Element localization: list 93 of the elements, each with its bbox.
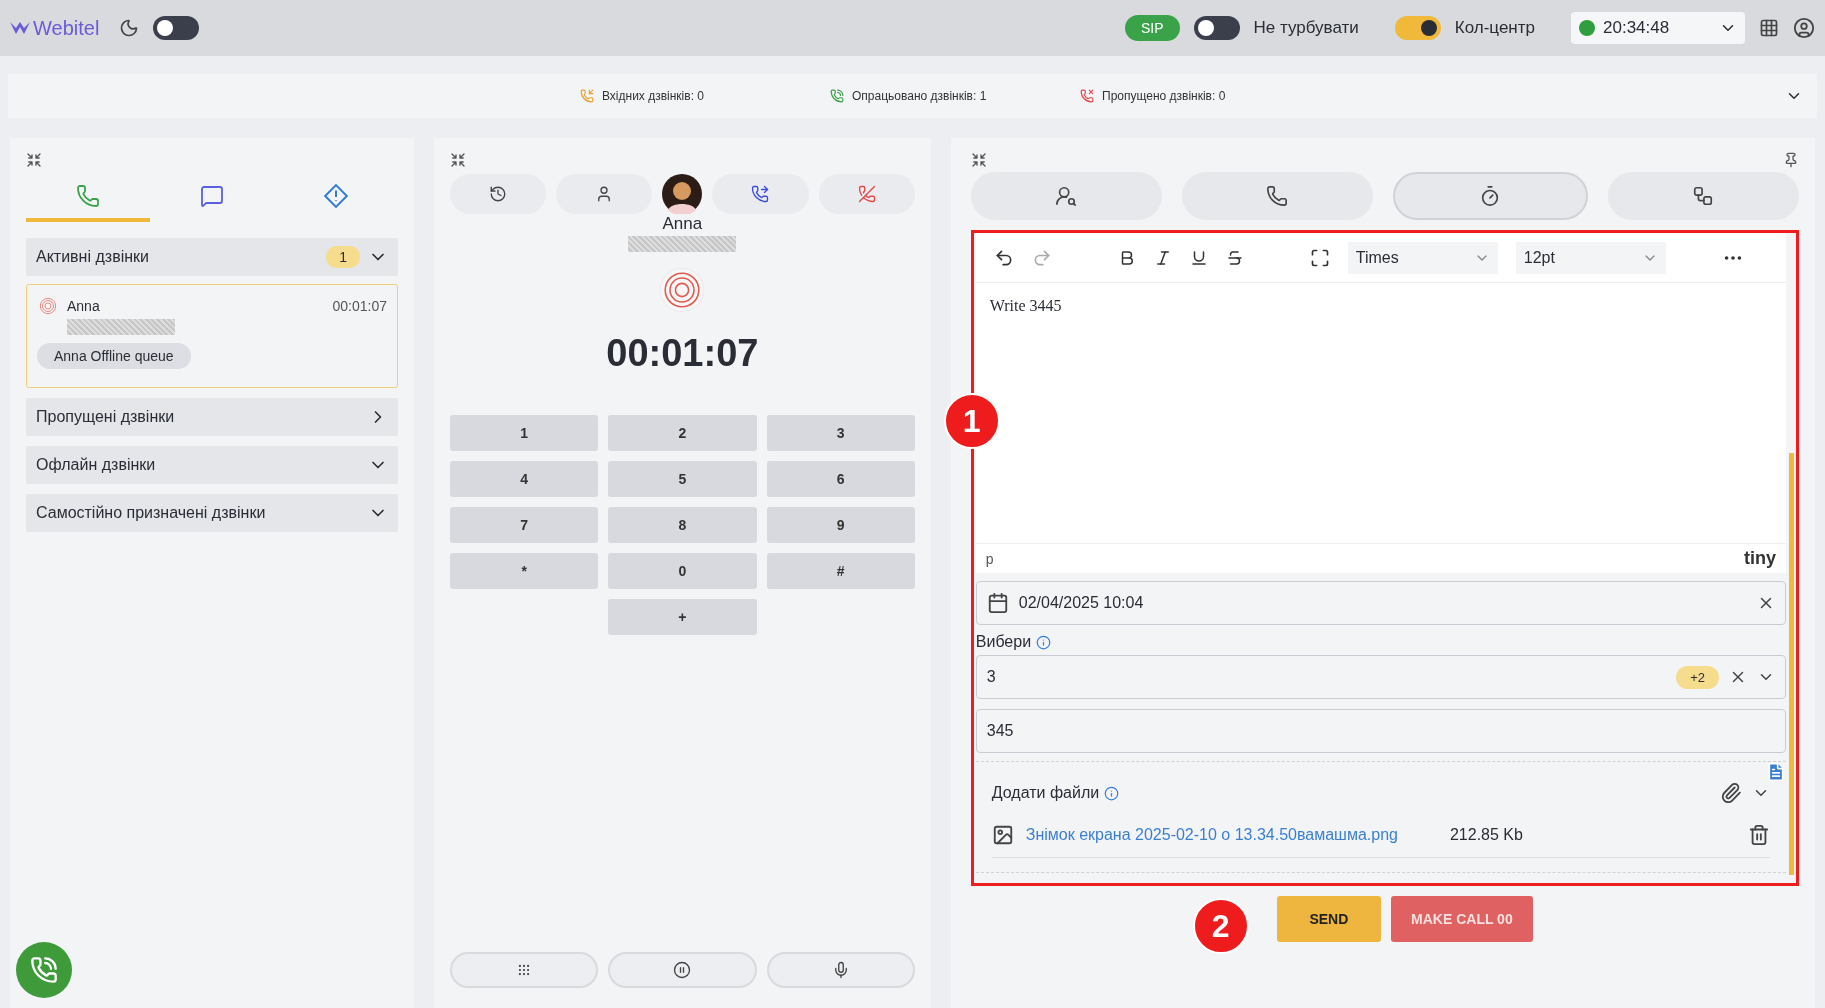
toggle-switch[interactable] — [1193, 16, 1240, 40]
collapse-icon[interactable] — [450, 152, 466, 168]
text-field[interactable]: 345 — [975, 709, 1786, 753]
font-size-dropdown[interactable]: 12pt — [1515, 241, 1666, 274]
sip-status: SIP — [1124, 15, 1180, 41]
dial-key[interactable]: 2 — [608, 415, 757, 451]
phone-icon — [76, 184, 100, 208]
dial-key[interactable]: 7 — [450, 507, 599, 543]
logo: Webitel — [10, 16, 100, 40]
toggle-label: Не турбувати — [1253, 18, 1359, 38]
keypad-icon — [517, 963, 532, 977]
missed-call-icon — [1080, 89, 1094, 103]
dial-key[interactable]: + — [608, 599, 757, 635]
history-icon — [489, 185, 508, 203]
annotation-marker: 1 — [943, 393, 1000, 449]
section-header[interactable]: Самостійно призначені дзвінки — [26, 494, 398, 532]
editor-text: Write 3445 — [988, 296, 1063, 316]
night-mode-icon — [119, 18, 140, 38]
underline-icon[interactable] — [1189, 248, 1208, 267]
dial-key[interactable]: # — [766, 553, 915, 589]
dial-key[interactable]: 5 — [608, 461, 757, 497]
call-time: 00:01:07 — [332, 298, 387, 314]
calendar-icon — [986, 592, 1009, 614]
avatar — [662, 174, 703, 214]
dial-key[interactable]: 1 — [450, 415, 599, 451]
caller-name: Anna — [661, 214, 704, 234]
section-header[interactable]: Офлайн дзвінки — [26, 446, 398, 484]
stat-label: Вхідних дзвінків: 0 — [602, 89, 704, 103]
section-title: Самостійно призначені дзвінки — [36, 504, 267, 522]
ringing-icon — [658, 266, 707, 314]
document-icon — [1766, 762, 1786, 782]
select-field[interactable]: 3 +2 — [975, 655, 1786, 699]
ringing-icon — [37, 295, 59, 317]
night-mode-switch[interactable] — [153, 16, 200, 40]
date-field[interactable]: 02/04/2025 10:04 — [975, 581, 1786, 625]
handled-call-icon — [830, 89, 844, 103]
flow-icon — [1692, 185, 1715, 207]
section-title: Пропущені дзвінки — [36, 408, 176, 426]
alert-diamond-icon — [323, 183, 349, 209]
attach-icon[interactable] — [1720, 782, 1742, 804]
delete-icon[interactable] — [1748, 823, 1770, 846]
section-header[interactable]: Активні дзвінки 1 — [26, 238, 398, 276]
caller-name: Anna — [67, 298, 101, 314]
section-header[interactable]: Пропущені дзвінки — [26, 398, 398, 436]
dial-key[interactable]: 4 — [450, 461, 599, 497]
undo-icon[interactable] — [993, 247, 1014, 268]
call-card[interactable]: Anna 00:01:07 Anna Offline queue — [26, 284, 398, 388]
field-label: Додати файли — [991, 784, 1100, 802]
editor-brand: tiny — [1744, 548, 1776, 569]
dial-key[interactable]: * — [450, 553, 599, 589]
phone-call-icon — [30, 956, 58, 984]
section-title: Офлайн дзвінки — [36, 456, 157, 474]
dial-key[interactable]: 9 — [766, 507, 915, 543]
pause-icon — [673, 961, 692, 979]
info-icon — [1104, 785, 1120, 801]
hang-up-icon — [857, 185, 876, 203]
strikethrough-icon[interactable] — [1225, 248, 1244, 267]
dial-key[interactable]: 6 — [766, 461, 915, 497]
fullscreen-icon[interactable] — [1309, 247, 1330, 268]
dial-key[interactable]: 0 — [608, 553, 757, 589]
stat-label: Пропущено дзвінків: 0 — [1102, 89, 1226, 103]
client-info-icon — [1055, 185, 1078, 207]
toggle-switch[interactable] — [1394, 16, 1441, 40]
field-label: Вибери — [975, 633, 1032, 651]
account-icon[interactable] — [1793, 17, 1815, 39]
image-file-icon — [991, 823, 1014, 846]
annotation-marker: 2 — [1192, 898, 1249, 954]
collapse-icon[interactable] — [970, 152, 987, 168]
pin-icon[interactable] — [1783, 152, 1799, 168]
chat-icon — [200, 184, 224, 208]
more-count-badge: +2 — [1676, 665, 1719, 689]
toggle-label: Кол-центр — [1454, 18, 1535, 38]
dial-key[interactable]: 8 — [608, 507, 757, 543]
call-action-button[interactable] — [712, 174, 809, 214]
send-button[interactable]: SEND — [1276, 896, 1381, 942]
collapse-icon[interactable] — [26, 152, 42, 168]
transfer-icon — [751, 185, 770, 203]
dial-key[interactable]: 3 — [766, 415, 915, 451]
file-link[interactable]: Знімок екрана 2025-02-10 о 13.34.50вамашма.png — [1025, 825, 1398, 844]
file-size: 212.85 Kb — [1449, 825, 1524, 844]
stat-label: Опрацьовано дзвінків: 1 — [852, 89, 987, 103]
apps-grid-icon[interactable] — [1759, 18, 1779, 38]
section-title: Активні дзвінки — [36, 248, 150, 266]
call-timer: 00:01:07 — [605, 332, 760, 375]
element-path: p — [985, 550, 994, 567]
count-badge: 1 — [326, 246, 360, 268]
incoming-call-icon — [580, 89, 594, 103]
phone-icon — [1266, 185, 1289, 207]
font-dropdown[interactable]: Times — [1347, 241, 1498, 274]
info-icon — [1036, 634, 1052, 650]
status-dropdown[interactable]: 20:34:48 — [1571, 12, 1745, 44]
queue-tag: Anna Offline queue — [37, 343, 191, 369]
call-button[interactable] — [16, 942, 72, 998]
